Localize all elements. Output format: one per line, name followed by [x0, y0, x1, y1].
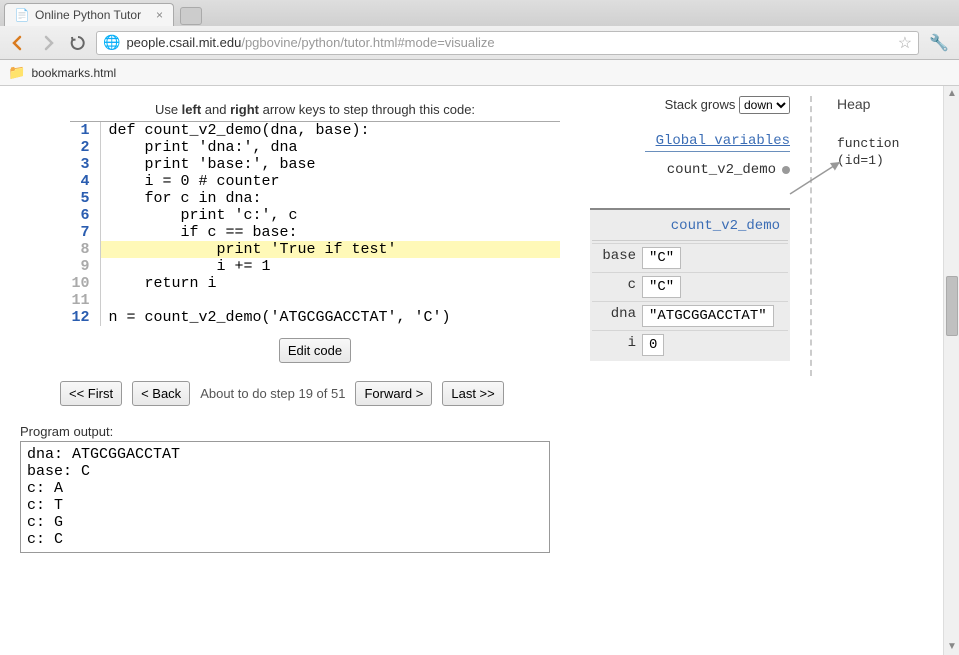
line-number: 4 — [70, 173, 100, 190]
code-line: 11 — [70, 292, 560, 309]
browser-tab-strip: 📄 Online Python Tutor × — [0, 0, 959, 26]
url-path: /pgbovine/python/tutor.html#mode=visuali… — [241, 35, 494, 50]
code-text: print 'dna:', dna — [100, 139, 560, 156]
line-number: 5 — [70, 190, 100, 207]
folder-icon: 📁 — [8, 64, 25, 81]
code-text: def count_v2_demo(dna, base): — [100, 122, 560, 139]
code-line: 8 print 'True if test' — [70, 241, 560, 258]
frame-variable-row: dna"ATGCGGACCTAT" — [592, 301, 788, 330]
line-number: 10 — [70, 275, 100, 292]
line-number: 12 — [70, 309, 100, 326]
code-text: print 'True if test' — [100, 241, 560, 258]
code-text: print 'c:', c — [100, 207, 560, 224]
arrow-right-icon — [39, 34, 57, 52]
scroll-down-icon[interactable]: ▼ — [946, 641, 958, 653]
frame-variable-row: c"C" — [592, 272, 788, 301]
frame-title: count_v2_demo — [592, 212, 788, 241]
url-bar[interactable]: 🌐 people.csail.mit.edu/pgbovine/python/t… — [96, 31, 919, 55]
code-line: 6 print 'c:', c — [70, 207, 560, 224]
stack-frame: count_v2_demo base"C"c"C"dna"ATGCGGACCTA… — [590, 208, 790, 361]
frame-variable-name: i — [592, 331, 642, 359]
stack-grows-label: Stack grows down — [590, 96, 790, 114]
code-text: return i — [100, 275, 560, 292]
code-line: 12n = count_v2_demo('ATGCGGACCTAT', 'C') — [70, 309, 560, 326]
last-step-button[interactable]: Last >> — [442, 381, 503, 406]
line-number: 9 — [70, 258, 100, 275]
edit-code-button[interactable]: Edit code — [279, 338, 351, 363]
new-tab-button[interactable] — [180, 7, 202, 25]
frame-variable-name: dna — [592, 302, 642, 330]
step-counter: About to do step 19 of 51 — [200, 386, 345, 401]
program-output: dna: ATGCGGACCTAT base: C c: A c: T c: G… — [20, 441, 550, 553]
stack-grows-select[interactable]: down — [739, 96, 790, 114]
code-text: for c in dna: — [100, 190, 560, 207]
back-step-button[interactable]: < Back — [132, 381, 190, 406]
global-variables-link[interactable]: Global variables — [590, 132, 790, 152]
close-tab-icon[interactable]: × — [156, 8, 163, 22]
code-line: 3 print 'base:', base — [70, 156, 560, 173]
bookmark-star-icon[interactable]: ☆ — [898, 33, 912, 53]
code-line: 2 print 'dna:', dna — [70, 139, 560, 156]
forward-button[interactable] — [36, 31, 60, 55]
line-number: 3 — [70, 156, 100, 173]
frame-variable-value: 0 — [642, 334, 664, 356]
code-text — [100, 292, 560, 309]
line-number: 2 — [70, 139, 100, 156]
reload-button[interactable] — [66, 31, 90, 55]
code-text: i += 1 — [100, 258, 560, 275]
program-output-label: Program output: — [20, 424, 923, 439]
code-line: 1def count_v2_demo(dna, base): — [70, 122, 560, 139]
bookmarks-bar: 📁 bookmarks.html — [0, 60, 959, 86]
browser-toolbar: 🌐 people.csail.mit.edu/pgbovine/python/t… — [0, 26, 959, 60]
code-text: i = 0 # counter — [100, 173, 560, 190]
code-line: 10 return i — [70, 275, 560, 292]
line-number: 1 — [70, 122, 100, 139]
first-step-button[interactable]: << First — [60, 381, 122, 406]
code-listing: 1def count_v2_demo(dna, base):2 print 'd… — [70, 122, 560, 326]
frame-variable-name: base — [592, 244, 642, 272]
browser-tab[interactable]: 📄 Online Python Tutor × — [4, 3, 174, 26]
frame-variable-row: i0 — [592, 330, 788, 359]
code-line: 9 i += 1 — [70, 258, 560, 275]
forward-step-button[interactable]: Forward > — [355, 381, 432, 406]
line-number: 7 — [70, 224, 100, 241]
frame-variable-value: "C" — [642, 276, 681, 298]
line-number: 8 — [70, 241, 100, 258]
frame-variable-row: base"C" — [592, 243, 788, 272]
arrow-left-icon — [9, 34, 27, 52]
code-line: 5 for c in dna: — [70, 190, 560, 207]
frame-variable-value: "ATGCGGACCTAT" — [642, 305, 774, 327]
code-text: n = count_v2_demo('ATGCGGACCTAT', 'C') — [100, 309, 560, 326]
settings-wrench-icon[interactable]: 🔧 — [925, 33, 953, 53]
code-text: print 'base:', base — [100, 156, 560, 173]
scroll-thumb[interactable] — [946, 276, 958, 336]
heap-object: function (id=1) — [837, 136, 900, 170]
reload-icon — [70, 35, 86, 51]
line-number: 6 — [70, 207, 100, 224]
frame-variable-name: c — [592, 273, 642, 301]
bookmark-item[interactable]: bookmarks.html — [31, 66, 116, 80]
code-text: if c == base: — [100, 224, 560, 241]
back-button[interactable] — [6, 31, 30, 55]
code-line: 4 i = 0 # counter — [70, 173, 560, 190]
global-variable-row: count_v2_demo — [590, 162, 790, 178]
url-host: people.csail.mit.edu — [126, 35, 241, 50]
tab-title: Online Python Tutor — [35, 8, 141, 22]
vertical-scrollbar[interactable]: ▲ ▼ — [943, 86, 959, 655]
page-icon: 📄 — [15, 8, 29, 22]
pointer-dot-icon — [782, 166, 790, 174]
heap-title: Heap — [837, 96, 900, 112]
scroll-up-icon[interactable]: ▲ — [946, 88, 958, 100]
instructions-text: Use left and right arrow keys to step th… — [70, 96, 560, 122]
line-number: 11 — [70, 292, 100, 309]
code-line: 7 if c == base: — [70, 224, 560, 241]
globe-icon: 🌐 — [103, 34, 120, 51]
frame-variable-value: "C" — [642, 247, 681, 269]
